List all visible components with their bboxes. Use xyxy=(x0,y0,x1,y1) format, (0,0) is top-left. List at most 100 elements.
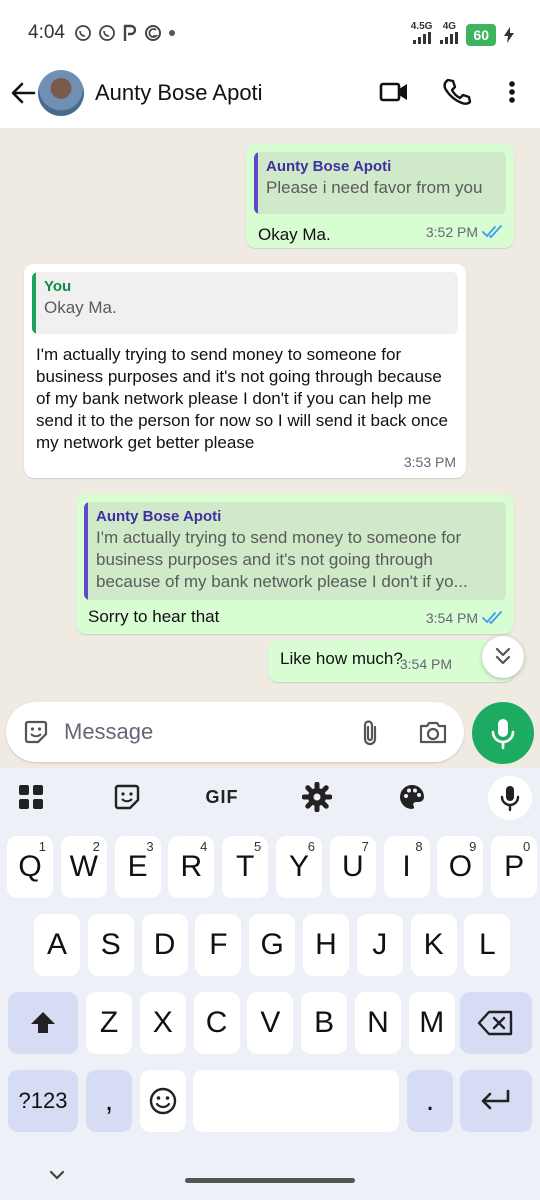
chevron-double-down-icon xyxy=(495,647,511,665)
voice-input-button[interactable] xyxy=(488,776,532,820)
key-number-hint: 3 xyxy=(146,839,154,854)
message-bubble-incoming[interactable]: You Okay Ma. I'm actually trying to send… xyxy=(24,264,466,478)
message-time: 3:52 PM xyxy=(425,224,478,240)
key-m[interactable]: M xyxy=(408,992,455,1054)
key-letter: U xyxy=(341,850,364,883)
key-u[interactable]: U7 xyxy=(329,836,376,898)
key-p[interactable]: P0 xyxy=(491,836,538,898)
message-time: 3:54 PM xyxy=(425,610,478,626)
key-letter: P xyxy=(504,850,525,883)
status-time: 4:04 xyxy=(28,22,65,43)
key-number-hint: 0 xyxy=(522,839,531,854)
sticker-icon[interactable] xyxy=(112,782,142,812)
read-receipt-icon xyxy=(482,225,502,239)
comma-key[interactable]: , xyxy=(86,1070,132,1132)
message-bubble-outgoing[interactable]: Like how much? 3:54 PM xyxy=(268,640,514,682)
symbols-key[interactable]: ?123 xyxy=(8,1070,78,1132)
network-indicator-2: 4G xyxy=(440,22,459,47)
key-g[interactable]: G xyxy=(249,914,296,976)
key-letter: Q xyxy=(18,850,42,883)
read-receipt-icon xyxy=(482,611,502,625)
key-number-hint: 8 xyxy=(415,839,423,854)
camera-icon[interactable] xyxy=(418,718,448,746)
backspace-icon xyxy=(477,1010,513,1036)
settings-gear-icon[interactable] xyxy=(302,782,332,812)
hide-keyboard-chevron-icon[interactable] xyxy=(46,1164,68,1186)
grammarly-icon xyxy=(145,25,161,41)
key-n[interactable]: N xyxy=(355,992,401,1054)
chat-area[interactable]: Aunty Bose Apoti Please i need favor fro… xyxy=(0,128,540,768)
message-meta: 3:54 PM xyxy=(400,656,452,672)
key-j[interactable]: J xyxy=(356,914,403,976)
whatsapp-business-icon xyxy=(99,25,115,41)
more-notifications-dot-icon xyxy=(169,30,175,36)
key-r[interactable]: R4 xyxy=(168,836,215,898)
message-bubble-outgoing[interactable]: Aunty Bose Apoti I'm actually trying to … xyxy=(76,494,514,634)
chat-header: Aunty Bose Apoti xyxy=(0,66,540,128)
key-k[interactable]: K xyxy=(410,914,457,976)
message-time: 3:53 PM xyxy=(403,454,456,470)
voice-message-button[interactable] xyxy=(472,702,534,764)
key-i[interactable]: I8 xyxy=(383,836,430,898)
key-letter: Y xyxy=(288,850,309,883)
home-indicator[interactable] xyxy=(185,1178,355,1183)
key-f[interactable]: F xyxy=(195,914,242,976)
key-x[interactable]: X xyxy=(139,992,186,1054)
message-input[interactable] xyxy=(64,716,314,748)
key-y[interactable]: Y6 xyxy=(276,836,322,898)
message-meta: 3:53 PM xyxy=(404,454,456,470)
quoted-message[interactable]: You Okay Ma. xyxy=(32,272,458,334)
apps-grid-icon[interactable] xyxy=(16,782,46,812)
message-text: I'm actually trying to send money to som… xyxy=(36,345,449,452)
key-number-hint: 9 xyxy=(469,839,477,854)
key-number-hint: 6 xyxy=(307,839,315,854)
voice-call-icon[interactable] xyxy=(440,76,472,108)
key-h[interactable]: H xyxy=(303,914,349,976)
quote-text: Okay Ma. xyxy=(44,298,117,317)
system-icons: 4.5G 4G 60 xyxy=(411,22,514,47)
more-options-icon[interactable] xyxy=(496,76,528,108)
key-d[interactable]: D xyxy=(141,914,188,976)
shift-key[interactable] xyxy=(8,992,78,1054)
sticker-icon[interactable] xyxy=(22,718,50,746)
key-letter: O xyxy=(448,850,473,883)
key-c[interactable]: C xyxy=(193,992,240,1054)
key-q[interactable]: Q1 xyxy=(7,836,53,898)
key-number-hint: 5 xyxy=(253,839,262,854)
key-b[interactable]: B xyxy=(301,992,348,1054)
signal-icon xyxy=(412,32,431,44)
attach-icon[interactable] xyxy=(358,718,382,748)
key-v[interactable]: V xyxy=(247,992,294,1054)
message-bubble-outgoing[interactable]: Aunty Bose Apoti Please i need favor fro… xyxy=(246,144,514,248)
key-l[interactable]: L xyxy=(464,914,511,976)
space-key[interactable] xyxy=(193,1070,399,1132)
contact-name[interactable]: Aunty Bose Apoti xyxy=(95,80,263,106)
whatsapp-icon xyxy=(75,25,91,41)
period-key[interactable]: . xyxy=(407,1070,453,1132)
key-e[interactable]: E3 xyxy=(114,836,161,898)
theme-palette-icon[interactable] xyxy=(397,782,427,812)
quoted-message[interactable]: Aunty Bose Apoti Please i need favor fro… xyxy=(254,152,506,214)
backspace-key[interactable] xyxy=(460,992,532,1054)
key-s[interactable]: S xyxy=(87,914,134,976)
key-t[interactable]: T5 xyxy=(222,836,269,898)
key-o[interactable]: O9 xyxy=(437,836,484,898)
video-call-icon[interactable] xyxy=(378,76,410,108)
message-meta: 3:54 PM xyxy=(426,610,504,626)
contact-avatar[interactable] xyxy=(38,70,84,116)
gif-button[interactable]: GIF xyxy=(204,782,240,812)
quoted-message[interactable]: Aunty Bose Apoti I'm actually trying to … xyxy=(84,502,506,600)
enter-key[interactable] xyxy=(460,1070,532,1132)
quote-text: Please i need favor from you xyxy=(266,178,483,197)
back-arrow-icon[interactable] xyxy=(10,80,36,106)
key-number-hint: 4 xyxy=(200,839,208,854)
navigation-bar xyxy=(0,1156,540,1200)
key-z[interactable]: Z xyxy=(86,992,132,1054)
quote-text: I'm actually trying to send money to som… xyxy=(96,528,468,591)
microphone-icon xyxy=(500,786,520,812)
key-a[interactable]: A xyxy=(34,914,80,976)
emoji-key[interactable] xyxy=(140,1070,186,1132)
scroll-to-bottom-button[interactable] xyxy=(482,636,524,678)
key-number-hint: 2 xyxy=(92,839,100,854)
key-w[interactable]: W2 xyxy=(60,836,107,898)
